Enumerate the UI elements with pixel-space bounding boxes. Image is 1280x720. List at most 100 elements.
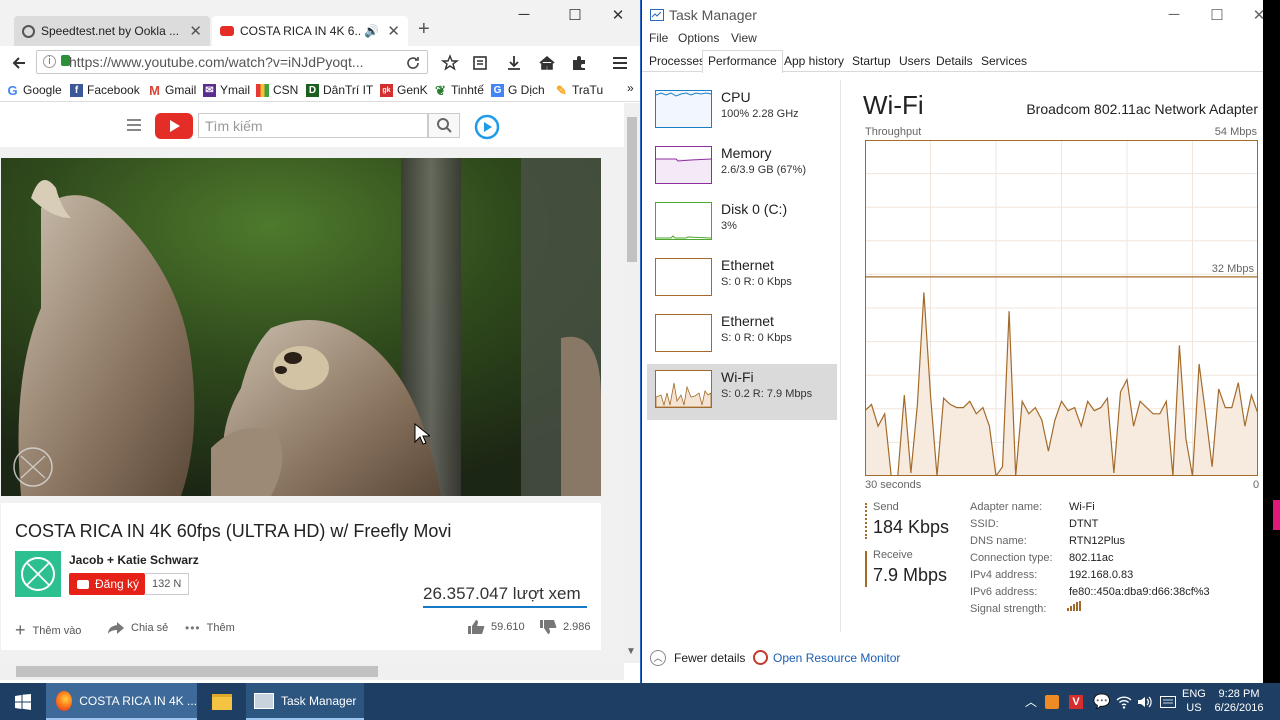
bookmark-label: Google — [23, 83, 62, 97]
share-button[interactable]: Chia sẻ — [107, 621, 168, 635]
task-manager-icon — [254, 692, 274, 709]
throughput-label: Throughput — [865, 126, 922, 138]
sidebar-item-disk[interactable]: Disk 0 (C:) 3% — [647, 196, 837, 252]
youtube-logo[interactable] — [155, 113, 193, 139]
search-button[interactable] — [428, 113, 460, 138]
home-icon[interactable] — [538, 54, 556, 72]
show-hidden-icons-icon[interactable]: ︿ — [1024, 683, 1038, 720]
sidebar-value: 2.6/3.9 GB (67%) — [721, 164, 806, 176]
language-indicator[interactable]: ENG US — [1182, 687, 1206, 715]
menu-icon[interactable] — [611, 54, 629, 72]
tab-users[interactable]: Users — [899, 54, 930, 68]
share-label: Chia sẻ — [131, 622, 169, 634]
tab-youtube[interactable]: COSTA RICA IN 4K 6... 🔊 ✕ — [212, 16, 408, 46]
like-button[interactable]: 59.610 — [467, 619, 525, 635]
more-dots-icon: ••• — [185, 621, 201, 635]
sidebar-item-ethernet-1[interactable]: Ethernet S: 0 R: 0 Kbps — [647, 252, 837, 308]
search-placeholder: Tìm kiếm — [205, 118, 263, 134]
bookmark-facebook[interactable]: f Facebook — [70, 83, 140, 97]
taskbar-item-firefox[interactable]: COSTA RICA IN 4K ... — [46, 683, 197, 720]
search-input[interactable]: Tìm kiếm — [198, 113, 428, 138]
back-arrow-icon[interactable] — [10, 54, 28, 72]
prop-value: DTNT — [1069, 518, 1099, 530]
sidebar-item-cpu[interactable]: CPU 100% 2.28 GHz — [647, 84, 837, 140]
menu-view[interactable]: View — [731, 31, 757, 45]
bookmark-label: CSN — [273, 83, 299, 97]
bookmark-gdich[interactable]: G G Dịch — [491, 83, 545, 97]
download-icon[interactable] — [505, 54, 523, 72]
hamburger-icon[interactable] — [126, 118, 142, 132]
maximize-icon[interactable]: ☐ — [565, 6, 585, 24]
speaker-icon[interactable]: 🔊 — [364, 24, 379, 38]
address-bar[interactable]: i https://www.youtube.com/watch?v=iNJdPy… — [36, 50, 428, 74]
vertical-scrollbar[interactable]: ▼ — [624, 103, 640, 663]
bookmark-google[interactable]: G Google — [6, 83, 62, 97]
volume-icon[interactable] — [1137, 683, 1153, 720]
subscriber-count: 132 N — [145, 573, 190, 595]
reading-list-icon[interactable] — [471, 54, 489, 72]
horizontal-scrollbar[interactable] — [0, 663, 624, 680]
taskbar-item-task-manager[interactable]: Task Manager — [246, 683, 364, 720]
tab-title: Speedtest.net by Ookla ... — [41, 24, 180, 38]
resource-monitor-link[interactable]: Open Resource Monitor — [753, 650, 900, 665]
firefox-icon — [56, 690, 73, 711]
thumbs-down-icon — [540, 620, 557, 634]
playback-extension-icon[interactable] — [474, 114, 500, 140]
wifi-icon[interactable] — [1116, 683, 1132, 720]
minimize-icon[interactable]: ─ — [514, 6, 534, 23]
keyboard-icon[interactable] — [1160, 683, 1176, 720]
dislike-button[interactable]: 2.986 — [539, 619, 591, 635]
bookmark-label: Facebook — [87, 83, 140, 97]
close-icon[interactable]: ✕ — [189, 22, 202, 40]
maximize-icon[interactable]: ☐ — [1207, 6, 1227, 24]
sidebar-item-wifi[interactable]: Wi-Fi S: 0.2 R: 7.9 Mbps — [647, 364, 837, 420]
channel-avatar[interactable] — [15, 551, 61, 597]
close-window-icon[interactable]: ✕ — [608, 6, 628, 24]
tab-speedtest[interactable]: Speedtest.net by Ookla ... ✕ — [14, 16, 210, 46]
subscribe-button[interactable]: Đăng ký — [69, 573, 145, 595]
video-player[interactable] — [1, 158, 601, 496]
more-button[interactable]: ••• Thêm — [185, 621, 235, 635]
sidebar-item-ethernet-2[interactable]: Ethernet S: 0 R: 0 Kbps — [647, 308, 837, 364]
bookmark-genk[interactable]: gk GenK — [380, 83, 428, 97]
star-icon[interactable] — [441, 54, 459, 72]
tray-orange-icon[interactable] — [1045, 683, 1059, 720]
scroll-thumb[interactable] — [627, 117, 637, 262]
tab-app-history[interactable]: App history — [784, 54, 844, 68]
bookmarks-overflow-icon[interactable]: » — [627, 81, 634, 95]
bookmark-ymail[interactable]: ✉ Ymail — [203, 83, 250, 97]
tab-details[interactable]: Details — [936, 54, 973, 68]
clock[interactable]: 9:28 PM 6/26/2016 — [1214, 687, 1264, 715]
sidebar-item-memory[interactable]: Memory 2.6/3.9 GB (67%) — [647, 140, 837, 196]
tab-processes[interactable]: Processes — [649, 54, 705, 68]
add-to-button[interactable]: + Thêm vào — [15, 620, 81, 641]
info-icon[interactable]: i — [43, 55, 56, 68]
bookmark-csn[interactable]: CSN — [256, 83, 298, 97]
taskbar-item-explorer[interactable] — [200, 683, 244, 720]
prop-value: 802.11ac — [1069, 552, 1114, 564]
view-count: 26.357.047 lượt xem — [423, 584, 581, 603]
window-title: Task Manager — [669, 7, 757, 23]
language-code: ENG — [1182, 688, 1206, 700]
reload-icon[interactable] — [404, 54, 422, 72]
menu-file[interactable]: File — [649, 31, 668, 45]
bookmark-dantri[interactable]: D DânTrí IT — [306, 83, 373, 97]
close-icon[interactable]: ✕ — [387, 22, 400, 40]
scroll-thumb[interactable] — [16, 666, 378, 677]
bookmark-gmail[interactable]: M Gmail — [148, 83, 196, 97]
bookmark-tratu[interactable]: ✎ TraTu — [555, 83, 603, 97]
extension-icon[interactable] — [570, 54, 588, 72]
scroll-down-icon[interactable]: ▼ — [626, 646, 636, 657]
menu-options[interactable]: Options — [678, 31, 719, 45]
tab-services[interactable]: Services — [981, 54, 1027, 68]
channel-name[interactable]: Jacob + Katie Schwarz — [69, 553, 199, 567]
tab-performance[interactable]: Performance — [702, 50, 783, 73]
tab-startup[interactable]: Startup — [852, 54, 891, 68]
minimize-icon[interactable]: ─ — [1164, 6, 1184, 23]
fewer-details-button[interactable]: ︿ Fewer details — [650, 650, 745, 666]
tray-chat-icon[interactable]: 💬 — [1093, 683, 1110, 720]
tray-red-v-icon[interactable]: V — [1069, 683, 1083, 720]
new-tab-icon[interactable]: + — [418, 18, 430, 41]
bookmark-tinhte[interactable]: ❦ Tinhtế — [434, 83, 484, 97]
start-button[interactable] — [0, 683, 46, 720]
